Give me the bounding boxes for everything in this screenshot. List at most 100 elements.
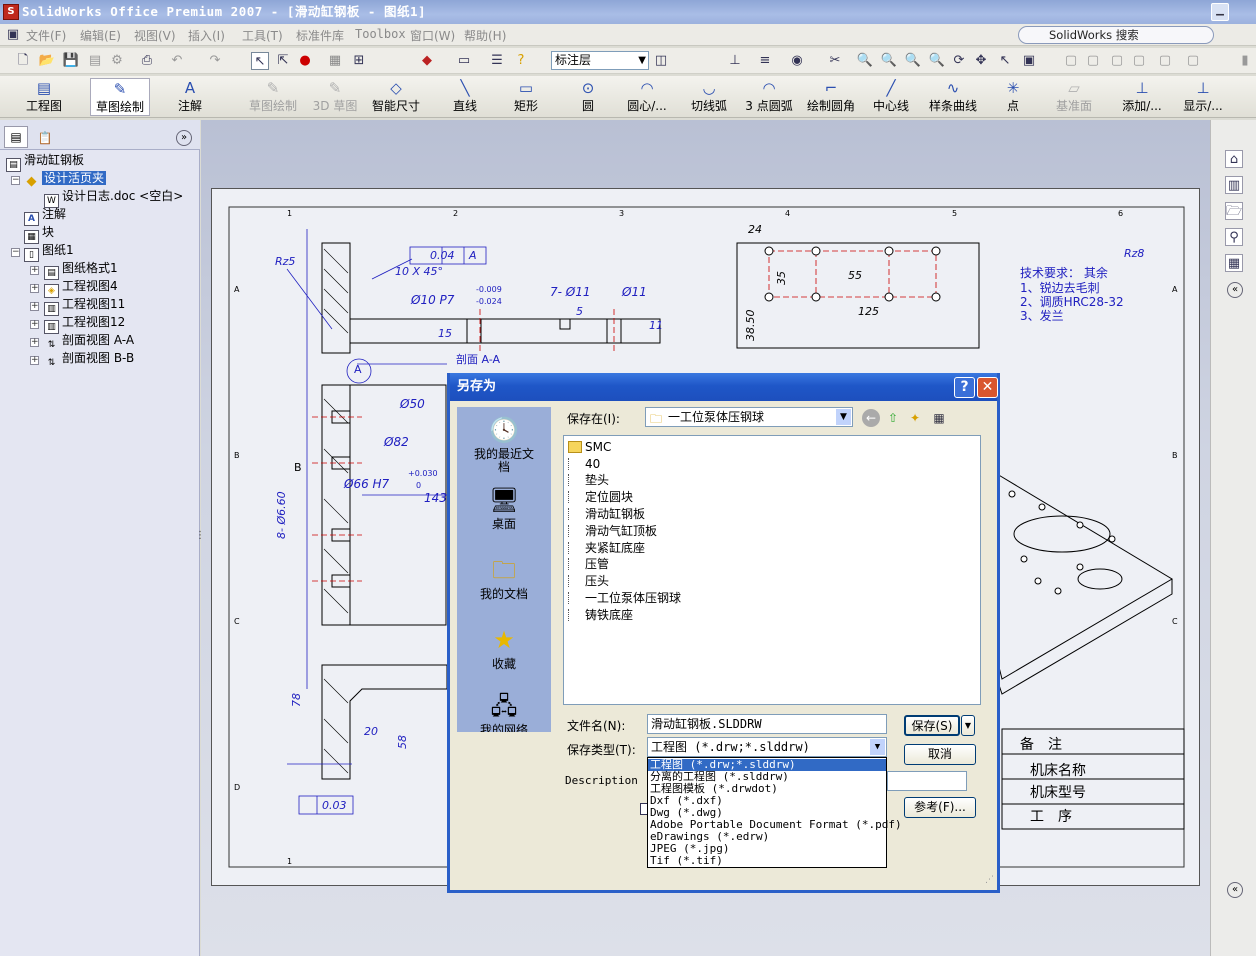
cmd-annotation-tab[interactable]: A 注解: [168, 78, 212, 116]
save-options-dropdown[interactable]: ▼: [961, 715, 975, 736]
properties-icon[interactable]: ☰: [488, 52, 506, 70]
solidworks-search-input[interactable]: SolidWorks 搜索: [1018, 26, 1214, 44]
save-icon[interactable]: 💾: [62, 52, 80, 70]
undo-icon[interactable]: ↶: [168, 52, 186, 70]
collapse-toggle-icon[interactable]: −: [11, 176, 20, 185]
zoom-in-out-icon[interactable]: 🔍: [904, 52, 922, 70]
document-menu-icon[interactable]: ▣: [4, 26, 22, 44]
tree-item-design-journal[interactable]: W 设计日志.doc <空白>: [44, 188, 183, 208]
align-icon[interactable]: ⊥: [726, 52, 744, 70]
tree-item-sheet-format[interactable]: ▤ 图纸格式1: [44, 260, 118, 280]
menu-insert[interactable]: 插入(I): [188, 27, 225, 44]
toolbar-more-icon[interactable]: ▮: [1236, 52, 1254, 70]
wireframe-icon[interactable]: ▢: [1062, 52, 1080, 70]
tree-item-view12[interactable]: ▥ 工程视图12: [44, 314, 125, 334]
view-palette-icon[interactable]: ▦: [1225, 254, 1243, 272]
feature-tree-tab-icon[interactable]: ▤: [4, 126, 28, 148]
menu-view[interactable]: 视图(V): [134, 27, 176, 44]
close-button[interactable]: ✕: [977, 377, 998, 398]
layer-properties-icon[interactable]: ◫: [652, 52, 670, 70]
expand-toggle-icon[interactable]: +: [30, 266, 39, 275]
tree-item-design-binder[interactable]: ◆ 设计活页夹: [24, 170, 107, 190]
filename-input[interactable]: 滑动缸钢板.SLDDRW: [647, 714, 887, 734]
section-view-icon[interactable]: ▢: [1184, 52, 1202, 70]
cmd-plane[interactable]: ▱ 基准面: [1054, 78, 1094, 116]
tree-root[interactable]: ▤ 滑动缸钢板: [6, 152, 84, 172]
tree-item-section-bb[interactable]: ⇅ 剖面视图 B-B: [44, 350, 134, 371]
layer-select[interactable]: 标注层 ▼: [551, 51, 649, 70]
expand-toggle-icon[interactable]: +: [30, 302, 39, 311]
open-file-icon[interactable]: 📂: [38, 52, 56, 70]
cmd-rectangle[interactable]: ▭ 矩形: [512, 78, 540, 116]
description-input[interactable]: [887, 771, 967, 791]
help-icon[interactable]: ?: [512, 52, 530, 70]
list-item[interactable]: 定位圆块: [568, 489, 633, 505]
list-item[interactable]: 压头: [568, 573, 609, 589]
home-icon[interactable]: ⌂: [1225, 150, 1243, 168]
place-network[interactable]: 🖧 我的网络: [457, 691, 551, 732]
menu-file[interactable]: 文件(F): [26, 27, 66, 44]
file-list[interactable]: SMC 40 垫头 定位圆块 滑动缸钢板 滑动气缸顶板 夹紧缸底座 压管 压头 …: [563, 435, 981, 705]
search-icon[interactable]: ⚲: [1225, 228, 1243, 246]
zoom-selection-icon[interactable]: 🔍: [928, 52, 946, 70]
place-desktop[interactable]: 🖥 桌面: [457, 485, 551, 531]
cmd-sketch-tab[interactable]: ✎ 草图绘制: [90, 78, 150, 116]
zoom-fit-icon[interactable]: 🔍: [856, 52, 874, 70]
place-favorites[interactable]: ★ 收藏: [457, 625, 551, 671]
cmd-display-relations[interactable]: ⊥ 显示/...: [1180, 78, 1226, 116]
zoom-area-icon[interactable]: 🔍: [880, 52, 898, 70]
design-library-icon[interactable]: ▥: [1225, 176, 1243, 194]
up-folder-icon[interactable]: ⇧: [884, 409, 902, 427]
list-item[interactable]: 压管: [568, 556, 609, 572]
tree-item-blocks[interactable]: ▦ 块: [24, 224, 54, 244]
cmd-tangent-arc[interactable]: ◡ 切线弧: [690, 78, 728, 116]
resize-grip-icon[interactable]: ⋰: [985, 875, 994, 885]
new-file-icon[interactable]: 🗋: [14, 52, 32, 70]
collapse-task-pane-icon[interactable]: «: [1227, 882, 1243, 898]
solidworks-app-icon[interactable]: S: [3, 4, 19, 20]
hidden-lines-icon[interactable]: ▢: [1084, 52, 1102, 70]
select-filter-icon[interactable]: ⇱: [274, 52, 292, 70]
window-layout-icon[interactable]: ▭: [455, 52, 473, 70]
layer-icon[interactable]: ◉: [788, 52, 806, 70]
rotate-view-icon[interactable]: ⟳: [950, 52, 968, 70]
collapse-toggle-icon[interactable]: −: [11, 248, 20, 257]
list-item[interactable]: 垫头: [568, 472, 609, 488]
cmd-drawing[interactable]: ▤ 工程图: [22, 78, 66, 116]
cmd-add-relation[interactable]: ⊥ 添加/...: [1116, 78, 1168, 116]
cmd-centerpoint-arc[interactable]: ◠ 圆心/...: [624, 78, 670, 116]
options-icon[interactable]: ⚙: [108, 52, 126, 70]
menu-standard-library[interactable]: 标准件库: [296, 27, 344, 44]
cmd-point[interactable]: ✳ 点: [1006, 78, 1020, 116]
expand-panel-icon[interactable]: »: [176, 130, 192, 146]
line-format-icon[interactable]: ≡: [756, 52, 774, 70]
shaded-icon[interactable]: ▢: [1156, 52, 1174, 70]
select-cursor-icon[interactable]: ↖: [251, 52, 269, 70]
help-button[interactable]: ?: [954, 377, 975, 398]
shaded-edges-icon[interactable]: ▢: [1130, 52, 1148, 70]
grid-icon[interactable]: ▦: [326, 52, 344, 70]
hidden-removed-icon[interactable]: ▢: [1108, 52, 1126, 70]
pan-icon[interactable]: ✥: [972, 52, 990, 70]
cmd-3d-sketch[interactable]: ✎ 3D 草图: [312, 78, 358, 116]
expand-toggle-icon[interactable]: +: [30, 320, 39, 329]
expand-toggle-icon[interactable]: +: [30, 338, 39, 347]
cmd-sketch[interactable]: ✎ 草图绘制: [246, 78, 300, 116]
back-icon[interactable]: ←: [862, 409, 880, 427]
filetype-select[interactable]: 工程图 (*.drw;*.slddrw) ▼: [647, 737, 887, 757]
cmd-smart-dimension[interactable]: ◇ 智能尺寸: [370, 78, 422, 116]
3d-view-icon[interactable]: ◆: [418, 52, 436, 70]
filetype-option[interactable]: Tif (*.tif): [648, 855, 886, 867]
place-recent[interactable]: 🕓 我的最近文档: [457, 415, 551, 474]
list-item[interactable]: 滑动缸钢板: [568, 506, 645, 522]
menu-edit[interactable]: 编辑(E): [80, 27, 121, 44]
cmd-circle[interactable]: ⊙ 圆: [578, 78, 598, 116]
expand-toggle-icon[interactable]: +: [30, 284, 39, 293]
cmd-line[interactable]: ╲ 直线: [450, 78, 480, 116]
tools-icon[interactable]: ✂: [826, 52, 844, 70]
list-item[interactable]: 一工位泵体压钢球: [568, 590, 681, 606]
list-item[interactable]: 滑动气缸顶板: [568, 523, 657, 539]
collapse-task-pane-icon[interactable]: «: [1227, 282, 1243, 298]
cancel-button[interactable]: 取消: [904, 744, 976, 765]
print-icon[interactable]: ⎙: [138, 52, 156, 70]
